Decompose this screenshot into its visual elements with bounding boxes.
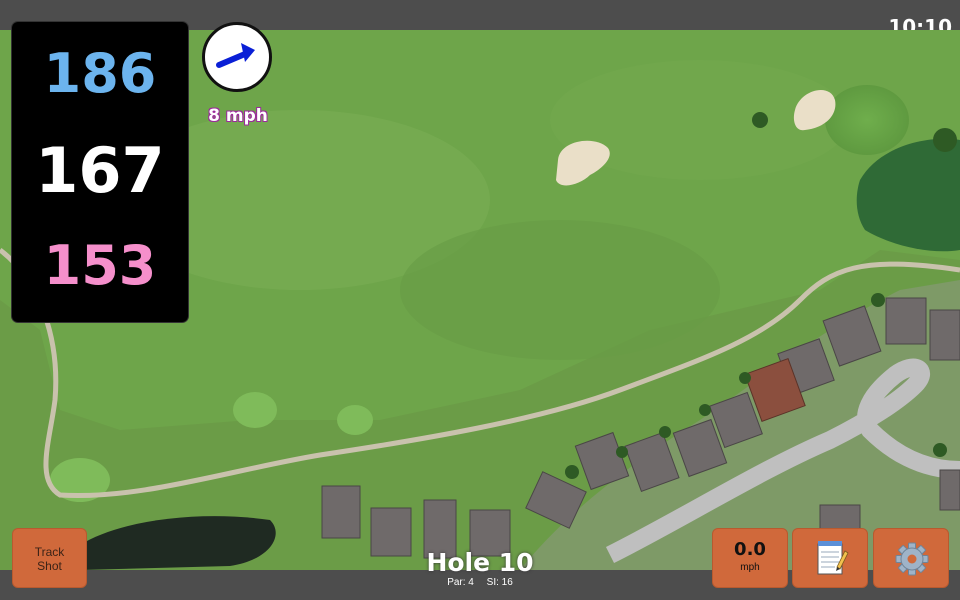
notes-button[interactable]	[792, 528, 868, 588]
speed-unit: mph	[740, 562, 760, 573]
speed-button[interactable]: 0.0 mph	[712, 528, 788, 588]
track-shot-label-line1: Track	[34, 545, 65, 559]
hole-details: Par: 4 SI: 16	[380, 577, 580, 588]
gear-icon	[895, 542, 929, 576]
front-yardage: 153	[43, 234, 157, 297]
settings-button[interactable]	[873, 528, 949, 588]
hole-stroke-index: SI: 16	[486, 577, 513, 588]
wind-direction-indicator	[202, 22, 272, 92]
notepad-icon	[817, 541, 849, 575]
yardage-panel: 186 167 153	[12, 22, 188, 322]
hole-title: Hole 10	[426, 548, 534, 577]
back-yardage: 186	[43, 42, 157, 105]
middle-yardage: 167	[35, 134, 165, 207]
speed-value: 0.0	[734, 539, 766, 560]
track-shot-label-line2: Shot	[37, 559, 62, 573]
wind-arrow-icon	[216, 43, 255, 68]
wind-speed-label: 8 mph	[208, 106, 268, 126]
track-shot-button[interactable]: Track Shot	[12, 528, 87, 588]
hole-par: Par: 4	[447, 577, 474, 588]
